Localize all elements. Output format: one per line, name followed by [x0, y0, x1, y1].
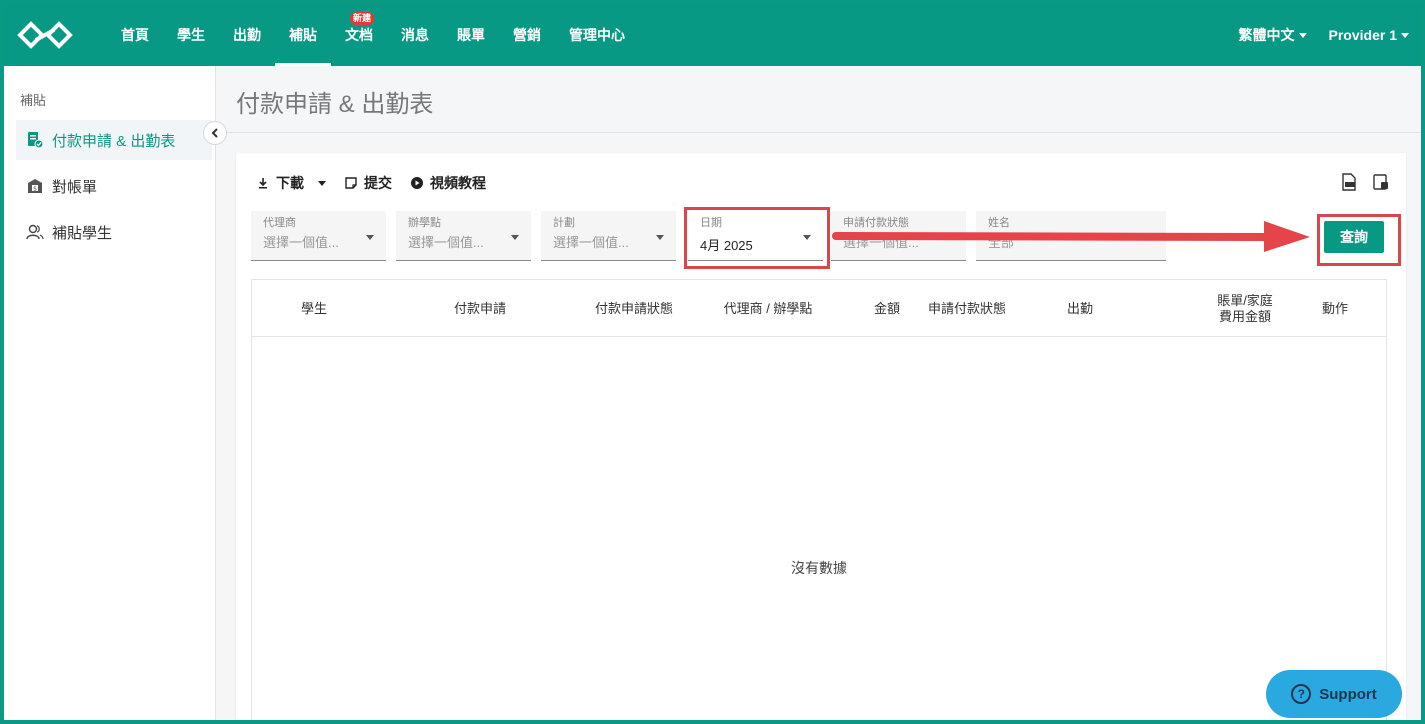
nav-admin[interactable]: 管理中心: [555, 4, 639, 66]
data-table: 學生 付款申請 付款申請狀態 代理商 / 辦學點 金額 申請付款狀態 出勤 賬單…: [251, 279, 1387, 720]
account-dropdown[interactable]: Provider 1: [1329, 27, 1409, 43]
support-label: Support: [1319, 685, 1377, 703]
people-icon: [26, 224, 44, 240]
sidebar-item-statements[interactable]: $ 對帳單: [16, 166, 212, 206]
chevron-left-icon: [211, 128, 218, 138]
language-dropdown[interactable]: 繁體中文: [1239, 25, 1307, 45]
submit-label: 提交: [364, 175, 392, 191]
nav-messages[interactable]: 消息: [387, 4, 443, 66]
school-placeholder: 選擇一個值...: [408, 235, 484, 250]
nav-label: 消息: [401, 27, 429, 43]
chevron-down-icon: [366, 235, 374, 240]
th-attendance[interactable]: 出勤: [1032, 280, 1128, 337]
sidebar-collapse-button[interactable]: [203, 121, 227, 145]
plan-label: 計劃: [553, 217, 575, 229]
nav-label: 管理中心: [569, 27, 625, 43]
th-payment-request-status[interactable]: 付款申請狀態: [574, 280, 694, 337]
nav-label: 首頁: [121, 27, 149, 43]
annotation-arrow: [832, 221, 1310, 252]
app-frame: 首頁 學生 出勤 補貼 新建 文档 消息 賬單 營銷 管理中心 繁體中文 Pro…: [4, 4, 1421, 720]
date-highlight-box: [684, 207, 830, 269]
agency-placeholder: 選擇一個值...: [263, 235, 339, 250]
nav-label: 文档: [345, 27, 373, 43]
chevron-down-icon: [1401, 32, 1409, 38]
submit-button[interactable]: 提交: [344, 173, 392, 193]
column-settings-icon[interactable]: [1372, 173, 1390, 191]
school-select[interactable]: 辦學點 選擇一個值...: [396, 211, 531, 261]
sidebar-item-label: 對帳單: [52, 178, 98, 196]
download-icon: [259, 178, 267, 189]
chevron-down-icon: [511, 235, 519, 240]
th-bill-line-2: 費用金額: [1218, 308, 1271, 324]
plan-select[interactable]: 計劃 選擇一個值...: [541, 211, 676, 261]
nav-documents[interactable]: 新建 文档: [331, 4, 387, 66]
note-icon: [345, 177, 357, 189]
document-icon: [28, 132, 44, 149]
svg-text:$: $: [33, 186, 37, 193]
support-button[interactable]: ? Support: [1266, 670, 1402, 718]
nav-marketing[interactable]: 營銷: [499, 4, 555, 66]
sidebar-item-subsidy-students[interactable]: 補貼學生: [16, 212, 212, 252]
play-circle-icon: [411, 177, 423, 189]
sidebar-item-payment-requests[interactable]: 付款申請 & 出勤表: [16, 120, 212, 160]
language-label: 繁體中文: [1238, 27, 1295, 43]
nav-label: 營銷: [513, 27, 541, 43]
account-label: Provider 1: [1328, 27, 1397, 43]
top-nav: 首頁 學生 出勤 補貼 新建 文档 消息 賬單 營銷 管理中心 繁體中文 Pro…: [4, 4, 1421, 66]
sidebar-heading: 補貼: [20, 93, 47, 108]
school-label: 辦學點: [408, 217, 441, 229]
th-actions: 動作: [1321, 300, 1348, 316]
empty-state: 沒有數據: [791, 560, 847, 576]
main-nav: 首頁 學生 出勤 補貼 新建 文档 消息 賬單 營銷 管理中心: [107, 4, 639, 66]
agency-select[interactable]: 代理商 選擇一個值...: [251, 211, 386, 261]
help-icon: ?: [1291, 684, 1312, 704]
th-apply-payment-status[interactable]: 申請付款狀態: [912, 280, 1022, 337]
agency-label: 代理商: [263, 217, 296, 229]
table-header: 學生 付款申請 付款申請狀態 代理商 / 辦學點 金額 申請付款狀態 出勤 賬單…: [252, 280, 1386, 337]
statement-icon: $: [28, 179, 42, 193]
th-bill-line-1: 賬單/家庭: [1217, 292, 1273, 308]
toolbar: 下載 提交 視頻教程: [256, 173, 486, 193]
logo-icon[interactable]: [14, 18, 76, 52]
nav-label: 賬單: [457, 27, 485, 43]
download-button[interactable]: 下載: [256, 173, 326, 193]
pdf-export-icon[interactable]: [1340, 173, 1358, 191]
sidebar: 補貼 付款申請 & 出勤表 $ 對帳單 補貼學生: [4, 66, 216, 720]
th-student[interactable]: 學生: [272, 280, 356, 337]
divider: [216, 132, 1421, 133]
nav-students[interactable]: 學生: [163, 4, 219, 66]
page-title: 付款申請 & 出勤表: [236, 91, 434, 118]
chevron-down-icon: [1298, 32, 1307, 38]
nav-label: 出勤: [233, 27, 261, 43]
nav-subsidy[interactable]: 補貼: [275, 4, 331, 66]
new-badge: 新建: [350, 12, 375, 25]
sidebar-item-label: 付款申請 & 出勤表: [52, 132, 176, 150]
th-payment-request[interactable]: 付款申請: [428, 280, 532, 337]
nav-label: 補貼: [289, 27, 317, 43]
query-button[interactable]: 查詢: [1324, 221, 1384, 253]
video-tutorial-button[interactable]: 視頻教程: [410, 173, 486, 193]
sidebar-item-label: 補貼學生: [52, 224, 113, 242]
chevron-down-icon: [656, 235, 664, 240]
chevron-down-icon[interactable]: [318, 180, 326, 186]
plan-placeholder: 選擇一個值...: [553, 235, 629, 250]
th-agency-school[interactable]: 代理商 / 辦學點: [698, 280, 838, 337]
download-label: 下載: [276, 175, 304, 191]
nav-home[interactable]: 首頁: [107, 4, 163, 66]
main-card: 下載 提交 視頻教程 代理商 選擇一個值... 辦學點 選擇一個值... 計劃 …: [236, 153, 1406, 720]
nav-attendance[interactable]: 出勤: [219, 4, 275, 66]
video-label: 視頻教程: [430, 175, 486, 191]
th-bill-amount[interactable]: 賬單/家庭 費用金額: [1197, 280, 1293, 337]
nav-label: 學生: [177, 27, 205, 43]
nav-billing[interactable]: 賬單: [443, 4, 499, 66]
